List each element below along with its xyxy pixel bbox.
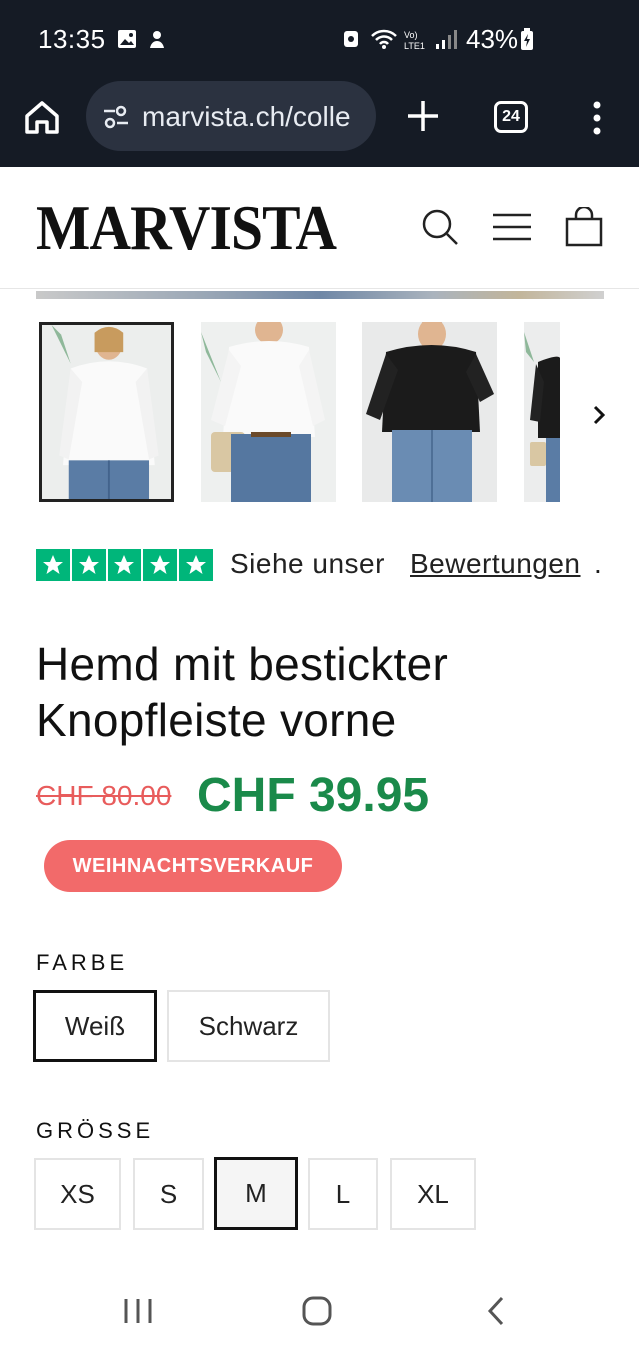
hamburger-menu-icon[interactable] (492, 207, 532, 247)
svg-text:LTE1: LTE1 (404, 41, 425, 50)
trustpilot-stars (36, 549, 213, 581)
product-thumbnail-4[interactable] (524, 322, 560, 502)
main-product-image-edge (36, 291, 604, 299)
size-option-xs[interactable]: XS (34, 1158, 121, 1230)
signal-icon: Vo)LTE1 (404, 30, 457, 50)
size-option-l[interactable]: L (308, 1158, 378, 1230)
size-label: GRÖSSE (36, 1118, 155, 1143)
size-option-s[interactable]: S (133, 1158, 204, 1230)
site-logo[interactable]: MARVISTA (36, 191, 337, 265)
color-option-schwarz[interactable]: Schwarz (167, 990, 330, 1062)
notification-icon (150, 31, 164, 48)
gallery-notification-icon (118, 30, 136, 48)
home-icon[interactable] (20, 95, 64, 139)
size-option-xl[interactable]: XL (390, 1158, 476, 1230)
star-icon (71, 549, 106, 581)
color-label: FARBE (36, 950, 129, 975)
product-title: Hemd mit bestickter Knopfleiste vorne (36, 638, 449, 746)
sale-badge: WEIHNACHTSVERKAUF (44, 840, 342, 892)
wifi-icon (371, 29, 397, 49)
rating-text: Siehe unser (230, 548, 385, 579)
system-nav-bar (0, 1270, 639, 1350)
alarm-icon (344, 31, 358, 47)
sale-price: CHF 39.95 (197, 769, 430, 822)
star-icon (143, 549, 178, 581)
cart-icon[interactable] (564, 207, 604, 247)
site-settings-icon[interactable] (102, 103, 130, 131)
chevron-right-icon[interactable] (586, 400, 612, 430)
color-option-weiss[interactable]: Weiß (33, 990, 157, 1062)
battery-icon (521, 28, 533, 50)
product-thumbnail-3[interactable] (362, 322, 497, 502)
new-tab-icon[interactable] (404, 97, 442, 135)
product-thumbnail-1[interactable] (39, 322, 174, 502)
home-nav-icon[interactable] (300, 1294, 334, 1328)
url-bar[interactable]: marvista.ch/colle (86, 81, 376, 151)
status-bar: 13:35 Vo) LTE1 43% (0, 0, 639, 80)
star-icon (36, 549, 70, 581)
more-menu-icon[interactable] (586, 98, 608, 138)
star-icon (179, 549, 213, 581)
search-icon[interactable] (420, 207, 460, 247)
back-icon[interactable] (480, 1294, 514, 1328)
url-text[interactable]: marvista.ch/colle (142, 101, 372, 133)
svg-text:Vo): Vo) (404, 30, 418, 40)
browser-chrome: 13:35 Vo) LTE1 43% marvista.ch/colle 24 (0, 0, 639, 167)
recent-apps-icon[interactable] (121, 1294, 155, 1328)
original-price: CHF 80.00 (36, 780, 172, 811)
star-icon (107, 549, 142, 581)
reviews-link[interactable]: Bewertungen (410, 548, 581, 580)
battery-level: 43% (466, 24, 519, 54)
status-time: 13:35 (38, 24, 106, 54)
product-thumbnail-2[interactable] (201, 322, 336, 502)
size-option-m[interactable]: M (214, 1157, 298, 1230)
tab-switcher-button[interactable]: 24 (494, 101, 528, 133)
site-header: MARVISTA (0, 167, 639, 289)
rating-suffix: . (594, 548, 602, 579)
